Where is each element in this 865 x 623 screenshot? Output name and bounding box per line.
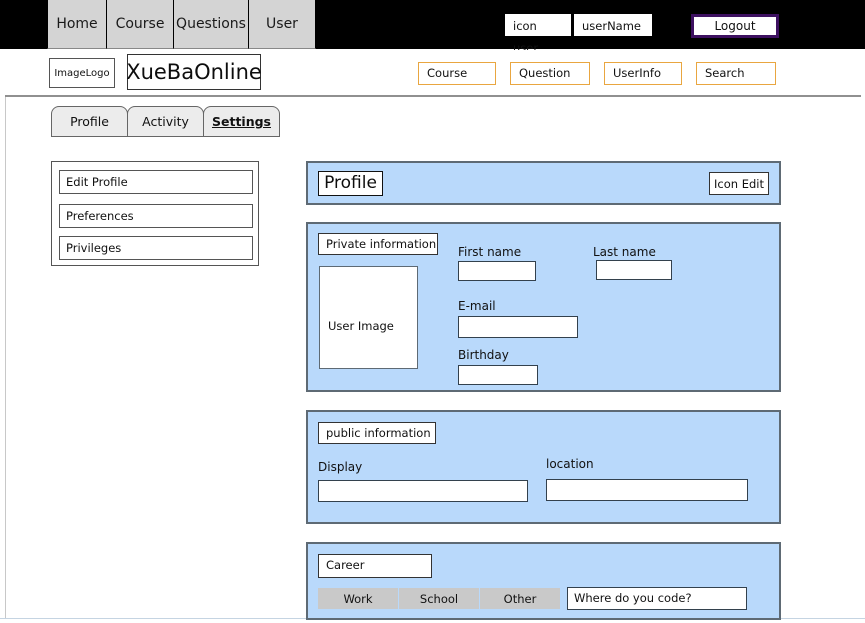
career-label: Career [318,554,432,578]
first-name-input[interactable] [458,261,536,281]
user-name-chip[interactable]: userName [574,14,652,36]
sidebar-item-privileges[interactable]: Privileges [59,236,253,260]
display-label: Display [318,460,363,474]
birthday-input[interactable] [458,365,538,385]
location-label: location [546,457,594,471]
tab-activity-label: Activity [142,114,189,129]
tab-settings-label: Settings [211,114,271,129]
user-image-placeholder[interactable]: User Image [319,266,418,369]
image-logo-icon[interactable]: ImageLogo [49,58,115,88]
brand-title[interactable]: XueBaOnline [126,54,262,90]
tab-settings[interactable]: Settings [203,106,280,137]
header-link-question[interactable]: Question [510,62,590,85]
career-button-group: Work School Other [318,588,561,609]
page-title: Profile [318,171,383,196]
settings-sidebar: Edit Profile Preferences Privileges [51,161,259,266]
email-label: E-mail [458,299,496,313]
primary-nav-tabs: Home Course Questions User [47,0,316,49]
nav-tab-course[interactable]: Course [106,0,174,49]
last-name-input[interactable] [596,260,672,280]
career-code-input[interactable]: Where do you code? [567,587,747,610]
user-icon-label: icon user [505,14,571,55]
header-link-search[interactable]: Search [696,62,776,85]
sidebar-item-privileges-label: Privileges [66,241,122,255]
header-link-question-label: Question [519,66,571,80]
profile-header-panel: Profile Icon Edit [306,161,781,205]
header-links: Course Question UserInfo Search [418,62,776,85]
brand-title-label: XueBaOnline [126,60,262,84]
email-input[interactable] [458,316,578,338]
image-logo-label: ImageLogo [54,67,110,79]
public-information-label-text: public information [326,426,431,440]
career-button-other[interactable]: Other [480,588,560,609]
nav-tab-home-label: Home [56,16,98,32]
page-left-rule [5,97,6,618]
header-link-search-label: Search [705,66,745,80]
career-panel: Career Work School Other Where do you co… [306,542,781,620]
last-name-label: Last name [593,245,656,259]
site-header: ImageLogo XueBaOnline Course Question Us… [5,50,861,97]
career-button-work-label: Work [343,591,373,606]
public-information-label: public information [318,422,436,444]
private-information-label: Private information [318,233,438,255]
sidebar-item-preferences[interactable]: Preferences [59,204,253,228]
page-title-label: Profile [324,173,377,193]
icon-edit-button[interactable]: Icon Edit [709,172,769,195]
header-link-userinfo[interactable]: UserInfo [604,62,682,85]
tab-activity[interactable]: Activity [127,106,204,137]
private-information-panel: Private information User Image First nam… [306,222,781,392]
nav-tab-course-label: Course [115,16,165,32]
sidebar-item-edit-profile-label: Edit Profile [66,175,128,189]
public-information-panel: public information Display location [306,410,781,524]
tab-profile[interactable]: Profile [51,106,128,137]
career-code-input-value: Where do you code? [574,591,692,605]
private-information-label-text: Private information [326,237,437,251]
sidebar-item-preferences-label: Preferences [66,209,134,223]
sidebar-item-edit-profile[interactable]: Edit Profile [59,170,253,194]
logout-button-label: Logout [714,19,756,33]
header-link-userinfo-label: UserInfo [613,66,661,80]
first-name-label: First name [458,245,522,259]
nav-tab-user[interactable]: User [248,0,316,49]
header-link-course[interactable]: Course [418,62,496,85]
nav-tab-questions[interactable]: Questions [173,0,249,49]
section-tabs: Profile Activity Settings [51,106,280,137]
birthday-label: Birthday [458,348,509,362]
career-button-work[interactable]: Work [318,588,398,609]
career-label-text: Career [326,558,365,572]
top-navigation-bar: Home Course Questions User icon user use… [0,0,865,55]
career-button-other-label: Other [503,591,537,606]
tab-profile-label: Profile [70,114,109,129]
user-icon-chip[interactable]: icon user [505,14,571,55]
user-name-label: userName [574,14,652,36]
nav-tab-home[interactable]: Home [47,0,107,49]
logout-button[interactable]: Logout [691,14,779,38]
career-button-school[interactable]: School [399,588,479,609]
location-input[interactable] [546,479,748,501]
header-link-course-label: Course [427,66,468,80]
display-input[interactable] [318,480,528,502]
user-image-label: User Image [328,319,394,333]
nav-tab-user-label: User [266,16,298,32]
logout-button-wrap[interactable]: Logout [691,14,779,38]
career-button-school-label: School [419,591,459,606]
icon-edit-button-label: Icon Edit [714,176,764,191]
nav-tab-questions-label: Questions [176,16,246,32]
